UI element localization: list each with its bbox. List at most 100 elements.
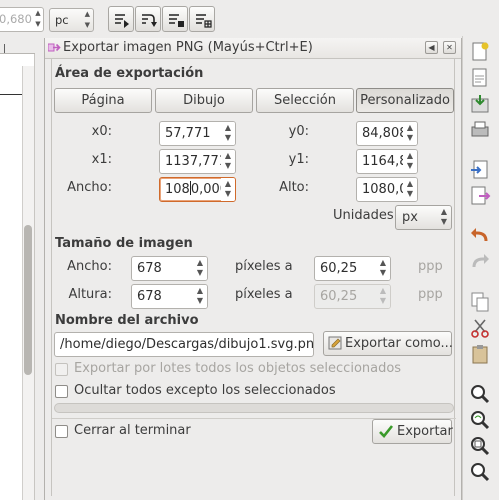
zoom-width-icon [471, 463, 490, 482]
check-icon [379, 425, 394, 438]
import-icon [471, 160, 488, 179]
x1-spinner[interactable]: ▲ ▼ [221, 150, 235, 173]
copy-button[interactable] [469, 291, 491, 313]
image-width-value: 678 [137, 261, 162, 276]
ppp-label-2: ppp [418, 287, 443, 302]
scale-stroke-icon [115, 14, 129, 28]
export-icon [471, 186, 491, 205]
image-width-input[interactable]: 678 ▲ ▼ [131, 256, 208, 281]
filename-heading: Nombre del archivo [55, 313, 199, 328]
y1-spinner[interactable]: ▲ ▼ [403, 150, 417, 173]
dpi-x-input[interactable]: 60,25 ▲ ▼ [314, 256, 391, 281]
chevron-updown-icon: ▲ ▼ [84, 10, 90, 29]
unit-select-value: pc [55, 13, 69, 27]
x1-input[interactable]: 1137,771 ▲ ▼ [159, 149, 236, 174]
unit-select[interactable]: pc ▲ ▼ [49, 8, 94, 32]
dialog-close-button[interactable]: ✕ [443, 41, 456, 54]
save-button[interactable] [469, 93, 491, 115]
batch-export-checkbox[interactable] [55, 363, 68, 376]
export-png-dialog: Exportar imagen PNG (Mayús+Ctrl+E) ◀ ✕ Á… [44, 38, 462, 500]
x0-spinner[interactable]: ▲ ▼ [221, 122, 235, 145]
top-toolbar: 0,680 ▲ ▼ pc ▲ ▼ [0, 0, 499, 36]
zoom-drawing-icon [471, 411, 490, 430]
dialog-iconify-button[interactable]: ◀ [425, 41, 438, 54]
filename-input[interactable]: /home/diego/Descargas/dibujo1.svg.png [54, 332, 314, 357]
zoom-selection-icon [471, 385, 490, 404]
ppp-label: ppp [418, 259, 443, 274]
image-width-spinner[interactable]: ▲ ▼ [193, 257, 207, 280]
area-width-value-start: 108 [165, 182, 190, 197]
area-height-spinner[interactable]: ▲ ▼ [403, 178, 417, 201]
x0-input[interactable]: 57,771 ▲ ▼ [159, 121, 236, 146]
x0-label: x0: [91, 124, 112, 139]
coordinate-field[interactable]: 0,680 ▲ ▼ [0, 7, 44, 32]
save-icon [471, 95, 489, 113]
new-document-button[interactable] [469, 41, 491, 63]
dpi-y-spinner: ▲ ▼ [376, 285, 390, 308]
cut-button[interactable] [469, 317, 491, 339]
y0-label: y0: [288, 124, 309, 139]
image-height-value: 678 [137, 289, 162, 304]
image-height-input[interactable]: 678 ▲ ▼ [131, 284, 208, 309]
area-height-input[interactable]: 1080,000 ▲ ▼ [356, 177, 418, 202]
y0-spinner[interactable]: ▲ ▼ [403, 122, 417, 145]
scale-corners-icon [142, 14, 157, 27]
units-select[interactable]: px ▲ ▼ [395, 205, 452, 230]
export-as-button[interactable]: Exportar como... [323, 331, 453, 356]
zoom-selection-button[interactable] [469, 383, 491, 405]
close-when-done-label: Cerrar al terminar [74, 423, 191, 438]
y0-value: 84,808 [362, 126, 408, 141]
open-document-button[interactable] [469, 67, 491, 89]
tab-drawing[interactable]: Dibujo [155, 88, 253, 113]
dialog-body: Área de exportación Página Dibujo Selecc… [51, 58, 456, 496]
print-icon [471, 121, 489, 137]
dpi-x-spinner[interactable]: ▲ ▼ [376, 257, 390, 280]
new-document-icon [472, 42, 489, 61]
tab-custom[interactable]: Personalizado [356, 88, 454, 113]
redo-icon [472, 254, 489, 268]
print-button[interactable] [469, 119, 491, 141]
close-when-done-checkbox[interactable] [55, 425, 68, 438]
vertical-scrollbar-thumb[interactable] [24, 225, 32, 375]
hide-all-except-label: Ocultar todos excepto los seleccionados [74, 383, 336, 398]
paste-button[interactable] [469, 343, 491, 365]
area-width-label: Ancho: [67, 180, 112, 195]
image-height-spinner[interactable]: ▲ ▼ [193, 285, 207, 308]
import-button[interactable] [469, 159, 491, 181]
export-progress-bar [54, 403, 454, 413]
tab-custom-label: Personalizado [360, 93, 450, 108]
hide-all-except-selected-checkbox[interactable] [55, 385, 68, 398]
filename-value: /home/diego/Descargas/dibujo1.svg.png [60, 337, 314, 352]
dpi-y-input: 60,25 ▲ ▼ [314, 284, 391, 309]
pixels-at-label: píxeles a [235, 259, 293, 274]
y1-input[interactable]: 1164,808 ▲ ▼ [356, 149, 418, 174]
coordinate-spinner[interactable]: ▲ ▼ [33, 8, 43, 31]
page-border-line [0, 94, 22, 95]
dialog-header: Exportar imagen PNG (Mayús+Ctrl+E) ◀ ✕ [45, 38, 461, 59]
transform-corners-button[interactable] [135, 6, 161, 32]
chevron-updown-icon: ▲ ▼ [440, 207, 447, 226]
transform-pattern-icon [196, 14, 212, 28]
redo-button[interactable] [469, 251, 491, 273]
ruler-corner-mark: | [3, 44, 7, 54]
scissors-icon [471, 319, 489, 338]
zoom-page-button[interactable] [469, 435, 491, 457]
zoom-width-button[interactable] [469, 461, 491, 483]
undo-icon [471, 228, 488, 242]
transform-pattern-button[interactable] [189, 6, 215, 32]
area-width-spinner[interactable]: ▲ ▼ [221, 178, 235, 201]
export-button-label: Exportar [397, 424, 453, 439]
batch-export-label: Exportar por lotes todos los objetos sel… [74, 361, 402, 376]
zoom-drawing-button[interactable] [469, 409, 491, 431]
export-button[interactable]: Exportar [372, 419, 453, 444]
undo-button[interactable] [469, 225, 491, 247]
area-width-input[interactable]: 1080,000 ▲ ▼ [159, 177, 236, 202]
y0-input[interactable]: 84,808 ▲ ▼ [356, 121, 418, 146]
tab-page[interactable]: Página [54, 88, 152, 113]
tab-selection[interactable]: Selección [256, 88, 354, 113]
save-as-icon [328, 336, 342, 350]
transform-gradient-button[interactable] [162, 6, 188, 32]
tab-page-label: Página [81, 93, 125, 108]
transform-stroke-button[interactable] [108, 6, 134, 32]
export-button[interactable] [469, 185, 491, 207]
